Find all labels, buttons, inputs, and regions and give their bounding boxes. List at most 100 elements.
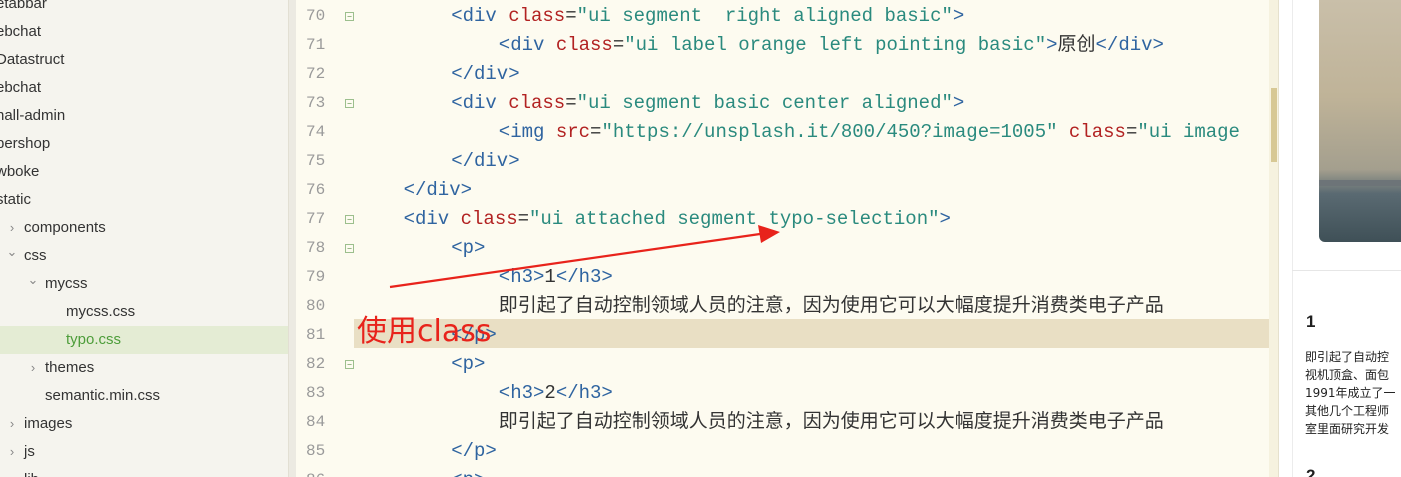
preview-divider — [1292, 270, 1401, 271]
file-explorer-sidebar: etabbar ebchat Datastruct ebchat nall-admin p… — [0, 0, 288, 477]
code-token: "https://unsplash.it/800/450?image=1005" — [601, 121, 1058, 143]
fold-toggle-icon[interactable]: − — [345, 215, 354, 224]
sidebar-item[interactable]: mycss.css — [0, 298, 288, 326]
sidebar-item[interactable]: ⌄ css — [0, 242, 288, 270]
code-text: <img src="https://unsplash.it/800/450?im… — [499, 116, 1240, 145]
code-token: = — [517, 208, 530, 230]
code-line[interactable]: 74 <img src="https://unsplash.it/800/450?… — [296, 116, 1278, 145]
sidebar-item[interactable]: wboke — [0, 158, 288, 186]
code-token: = — [1125, 121, 1138, 143]
sidebar-item[interactable]: › images — [0, 410, 288, 438]
code-token: "ui attached segment typo-selection" — [529, 208, 940, 230]
sidebar-item[interactable]: typo.css — [0, 326, 288, 354]
editor-scrollbar-thumb[interactable] — [1271, 88, 1277, 162]
preview-heading-2: 2 — [1306, 466, 1316, 477]
sidebar-splitter[interactable] — [288, 0, 296, 477]
sidebar-item[interactable]: pershop — [0, 130, 288, 158]
sidebar-item-label: lib — [24, 466, 39, 477]
sidebar-item[interactable]: ebchat — [0, 18, 288, 46]
code-text: </div> — [404, 174, 472, 203]
code-token: <div — [403, 208, 461, 230]
line-number: 72 — [306, 65, 326, 83]
code-token: </div> — [1095, 34, 1164, 56]
line-number: 84 — [306, 413, 326, 431]
code-token: > — [1046, 34, 1058, 56]
fold-toggle-icon[interactable]: − — [345, 12, 354, 21]
code-token: > — [939, 208, 951, 230]
sidebar-item[interactable]: › components — [0, 214, 288, 242]
sidebar-item[interactable]: nall-admin — [0, 102, 288, 130]
code-line[interactable]: 84 即引起了自动控制领域人员的注意，因为使用它可以大幅度提升消费类电子产品 — [296, 406, 1278, 435]
preview-heading: 1 — [1306, 312, 1316, 331]
code-line[interactable]: 73 − <div class="ui segment basic center a… — [296, 87, 1278, 116]
code-token: > — [952, 5, 965, 27]
fold-toggle-icon[interactable]: − — [345, 244, 354, 253]
code-line[interactable]: 78 − <p> — [296, 232, 1278, 261]
sidebar-item[interactable]: › lib — [0, 466, 288, 477]
code-line[interactable]: 75 </div> — [296, 145, 1278, 174]
chevron-down-icon[interactable]: ⌄ — [27, 266, 39, 294]
code-token: > — [952, 92, 965, 114]
code-token: </p> — [451, 440, 497, 462]
line-number: 81 — [306, 326, 326, 344]
chevron-right-icon[interactable]: › — [6, 438, 18, 466]
code-token: </div> — [451, 63, 520, 85]
code-token: = — [612, 34, 625, 56]
sidebar-item-label: themes — [45, 359, 95, 376]
sidebar-item-label: pershop — [0, 135, 51, 152]
code-line[interactable]: 77 − <div class="ui attached segment typo-… — [296, 203, 1278, 232]
code-text: <p> — [451, 348, 485, 377]
preview-paragraph-line: 其他几个工程师 — [1305, 404, 1390, 418]
sidebar-item[interactable]: ebchat — [0, 74, 288, 102]
code-line[interactable]: 72 </div> — [296, 58, 1278, 87]
fold-toggle-icon[interactable]: − — [345, 360, 354, 369]
sidebar-item[interactable]: etabbar — [0, 0, 288, 18]
code-line[interactable]: 71 <div class="ui label orange left point… — [296, 29, 1278, 58]
preview-divider-left — [1292, 0, 1293, 477]
sidebar-item-label: js — [24, 443, 35, 460]
code-editor[interactable]: 70− <div class="ui segment right aligned … — [296, 0, 1278, 477]
code-token: 原创 — [1057, 34, 1096, 56]
sidebar-item-label: components — [24, 219, 106, 236]
chevron-right-icon[interactable]: › — [6, 466, 18, 477]
code-text: 即引起了自动控制领域人员的注意，因为使用它可以大幅度提升消费类电子产品 — [499, 406, 1164, 435]
preview-paragraph-line: 1991年成立了一 — [1305, 386, 1396, 400]
sidebar-item-label: ebchat — [0, 79, 42, 96]
code-token: src — [555, 121, 591, 143]
code-line[interactable]: 79 <h3>1</h3> — [296, 261, 1278, 290]
editor-scrollbar[interactable] — [1269, 0, 1278, 477]
code-line[interactable]: 85 </p> — [296, 435, 1278, 464]
code-line[interactable]: 86 <p> — [296, 464, 1278, 477]
sidebar-item[interactable]: › js — [0, 438, 288, 466]
sidebar-item-label: wboke — [0, 163, 40, 180]
code-token: class — [555, 34, 613, 56]
preview-paragraph-line: 即引起了自动控 — [1305, 350, 1390, 364]
code-token: <div — [451, 92, 509, 114]
code-text: </p> — [451, 435, 497, 464]
sidebar-item[interactable]: › themes — [0, 354, 288, 382]
code-line[interactable]: 83 <h3>2</h3> — [296, 377, 1278, 406]
annotation-label: 使用class — [357, 314, 492, 349]
preview-paragraph-line: 视机顶盒、面包 — [1305, 368, 1390, 382]
code-text: <div class="ui segment basic center alig… — [451, 87, 964, 116]
sidebar-item[interactable]: semantic.min.css — [0, 382, 288, 410]
code-text: <div class="ui attached segment typo-sel… — [404, 203, 951, 232]
code-token: <p> — [451, 469, 485, 477]
sidebar-item-label: semantic.min.css — [45, 387, 161, 404]
chevron-down-icon[interactable]: ⌄ — [6, 238, 18, 266]
sidebar-item[interactable]: ⌄ mycss — [0, 270, 288, 298]
code-line[interactable]: 82 − <p> — [296, 348, 1278, 377]
code-token: <p> — [451, 237, 486, 259]
code-token: = — [590, 121, 602, 143]
line-number: 83 — [306, 384, 326, 402]
code-line[interactable]: 76 </div> — [296, 174, 1278, 203]
sidebar-item[interactable]: ⌄static — [0, 186, 288, 214]
fold-toggle-icon[interactable]: − — [345, 99, 354, 108]
code-line[interactable]: 70 − <div class="ui segment right aligned … — [296, 0, 1278, 29]
line-number: 80 — [306, 297, 326, 315]
sidebar-item[interactable]: Datastruct — [0, 46, 288, 74]
chevron-right-icon[interactable]: › — [6, 410, 18, 438]
chevron-right-icon[interactable]: › — [27, 354, 39, 382]
code-token: 1 — [544, 266, 556, 288]
